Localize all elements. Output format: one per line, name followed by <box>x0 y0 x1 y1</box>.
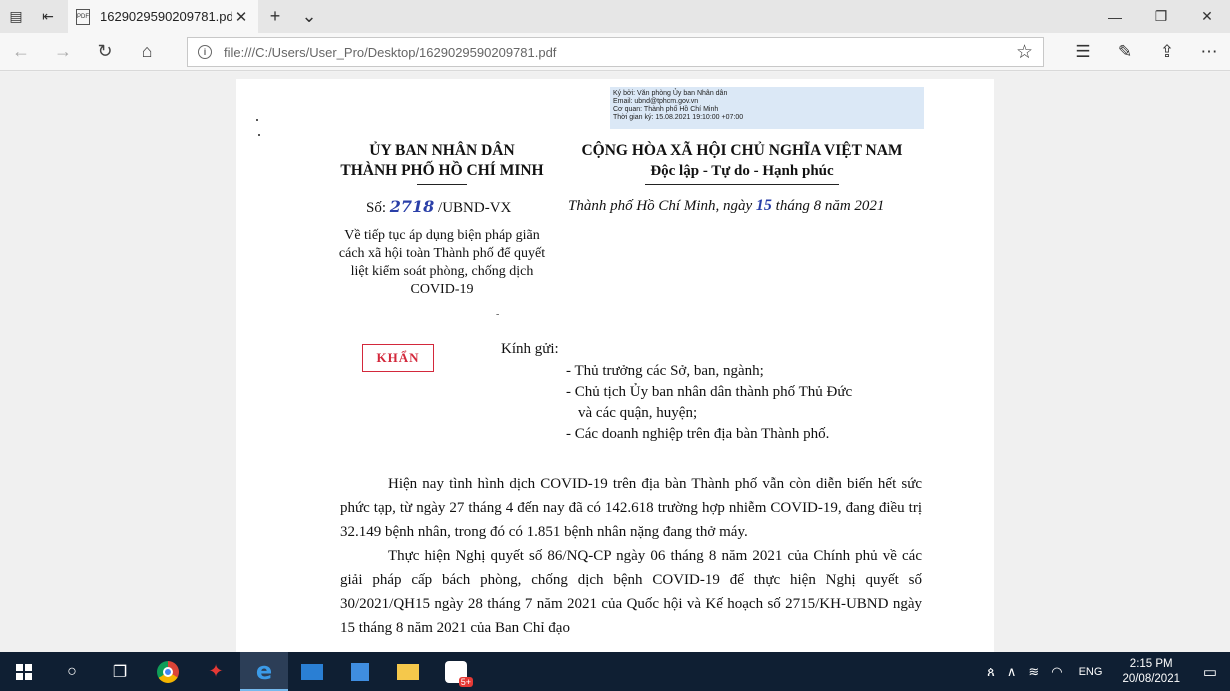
tab-list-icon[interactable]: ▤ <box>0 0 32 33</box>
national-header: CỘNG HÒA XÃ HỘI CHỦ NGHĨA VIỆT NAM Độc l… <box>581 142 903 179</box>
favorite-star-icon[interactable]: ☆ <box>1016 41 1033 64</box>
handwritten-number: 2718 <box>389 197 435 216</box>
issuing-organization: ỦY BAN NHÂN DÂN THÀNH PHỐ HỒ CHÍ MINH <box>340 142 544 179</box>
pdf-viewer[interactable]: Ký bởi: Văn phòng Ủy ban Nhân dân Email:… <box>0 72 1230 652</box>
signature-line: Email: ubnd@tphcm.gov.vn <box>613 98 699 105</box>
search-icon[interactable]: ○ <box>48 652 96 691</box>
clock[interactable]: 2:15 PM 20/08/2021 <box>1112 657 1190 687</box>
mail-icon[interactable] <box>288 652 336 691</box>
home-icon[interactable]: ⌂ <box>126 33 168 71</box>
set-tabs-aside-icon[interactable]: ⇤ <box>32 0 64 33</box>
close-window-button[interactable]: ✕ <box>1184 0 1230 33</box>
wifi-icon[interactable]: ◠ <box>1045 664 1068 680</box>
divider <box>645 184 839 185</box>
recipient-item: - Các doanh nghiệp trên địa bàn Thành ph… <box>566 426 830 442</box>
info-icon[interactable]: i <box>198 45 212 59</box>
store-icon[interactable] <box>336 652 384 691</box>
tab-title: 1629029590209781.pdf <box>100 9 232 24</box>
divider <box>417 184 467 185</box>
document-body: Hiện nay tình hình dịch COVID-19 trên đị… <box>340 472 922 640</box>
tab-close-icon[interactable]: ✕ <box>232 8 250 26</box>
new-tab-button[interactable]: + <box>258 0 292 33</box>
signature-line: Thời gian ký: 15.08.2021 19:10:00 +07:00 <box>613 114 744 121</box>
dash-mark: - <box>496 309 500 320</box>
network-icon[interactable]: ≋ <box>1022 664 1045 680</box>
share-icon[interactable]: ⇪ <box>1146 33 1188 71</box>
navigation-bar: ← → ↻ ⌂ i file:///C:/Users/User_Pro/Desk… <box>0 33 1230 71</box>
tab-preview-toggle-icon[interactable]: ⌄ <box>292 0 326 33</box>
paragraph: Hiện nay tình hình dịch COVID-19 trên đị… <box>340 476 922 540</box>
pdf-icon: PDF <box>76 8 90 25</box>
edge-icon[interactable]: e <box>240 652 288 691</box>
signature-line: Ký bởi: Văn phòng Ủy ban Nhân dân <box>613 90 728 97</box>
zalo-badge: 5+ <box>458 676 473 687</box>
file-explorer-icon[interactable] <box>384 652 432 691</box>
refresh-icon[interactable]: ↻ <box>84 33 126 71</box>
address-url[interactable]: file:///C:/Users/User_Pro/Desktop/162902… <box>224 45 556 60</box>
recipient-item: - Thủ trưởng các Sở, ban, ngành; <box>566 363 764 379</box>
tab-pdf[interactable]: PDF 1629029590209781.pdf ✕ <box>68 0 258 33</box>
urgent-stamp: KHẨN <box>362 344 434 372</box>
document-subject: Về tiếp tục áp dụng biện pháp giãn cách … <box>338 228 546 297</box>
document-number: Số: 2718 /UBND-VX <box>366 197 512 216</box>
recipient-item: và các quận, huyện; <box>578 405 698 421</box>
paragraph: Thực hiện Nghị quyết số 86/NQ-CP ngày 06… <box>340 548 922 636</box>
address-bar[interactable]: i file:///C:/Users/User_Pro/Desktop/1629… <box>187 37 1044 67</box>
signature-line: Cơ quan: Thành phố Hồ Chí Minh <box>613 106 719 113</box>
pdf-page: Ký bởi: Văn phòng Ủy ban Nhân dân Email:… <box>236 79 994 652</box>
chrome-icon[interactable] <box>144 652 192 691</box>
system-tray: ጰ ∧ ≋ ◠ ENG 2:15 PM 20/08/2021 ▭ <box>981 652 1230 691</box>
taskbar: ○ ❐ ✦ e 5+ ጰ ∧ ≋ ◠ ENG 2:15 PM 20/08/202… <box>0 652 1230 691</box>
language-indicator[interactable]: ENG <box>1069 666 1113 678</box>
handwritten-day: 15 <box>755 197 772 214</box>
start-button[interactable] <box>0 652 48 691</box>
minimize-button[interactable]: — <box>1092 0 1138 33</box>
digital-signature-box: Ký bởi: Văn phòng Ủy ban Nhân dân Email:… <box>610 87 924 129</box>
recipient-item: - Chủ tịch Ủy ban nhân dân thành phố Thủ… <box>566 384 853 400</box>
tab-bar: ▤ ⇤ PDF 1629029590209781.pdf ✕ + ⌄ — ❐ ✕ <box>0 0 1230 33</box>
document-date: Thành phố Hồ Chí Minh, ngày 15 tháng 8 n… <box>568 197 885 214</box>
garena-icon[interactable]: ✦ <box>192 652 240 691</box>
notification-icon[interactable]: ▭ <box>1190 663 1230 681</box>
restore-button[interactable]: ❐ <box>1138 0 1184 33</box>
forward-icon[interactable]: → <box>42 33 84 71</box>
zalo-icon[interactable]: 5+ <box>432 652 480 691</box>
kinh-gui-label: Kính gửi: <box>501 341 559 357</box>
back-icon[interactable]: ← <box>0 33 42 71</box>
task-view-icon[interactable]: ❐ <box>96 652 144 691</box>
show-hidden-icons[interactable]: ∧ <box>1001 664 1023 680</box>
recipients-list: - Thủ trưởng các Sở, ban, ngành; - Chủ t… <box>566 361 852 445</box>
web-note-icon[interactable]: ✎ <box>1104 33 1146 71</box>
more-icon[interactable]: ⋯ <box>1188 33 1230 71</box>
people-icon[interactable]: ጰ <box>981 664 1001 680</box>
favorites-icon[interactable]: ☰ <box>1062 33 1104 71</box>
